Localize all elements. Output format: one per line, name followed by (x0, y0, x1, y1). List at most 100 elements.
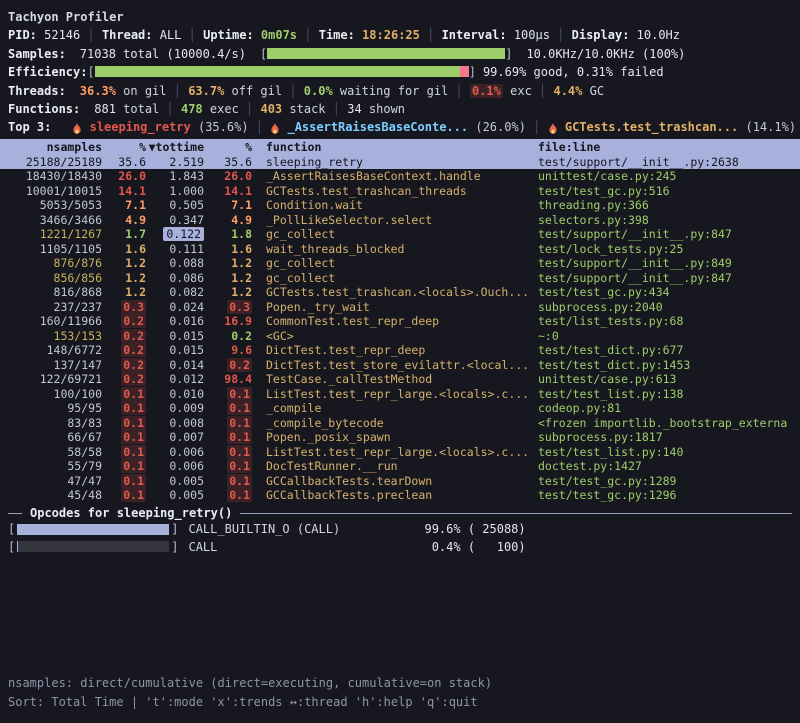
cell-function: GCCallbackTests.tearDown (266, 474, 432, 488)
efficiency-bar-failed (460, 66, 469, 77)
samples-total: 71038 total (10000.4/s) (80, 47, 246, 61)
cell-file-line: test/test_list.py:140 (538, 445, 683, 459)
efficiency-bar (95, 66, 469, 77)
cell-pct-direct: 0.1 (121, 459, 146, 473)
cell-pct-direct: 14.1 (118, 184, 146, 198)
cell-pct-direct: 0.1 (121, 387, 146, 401)
separator: │ (420, 28, 442, 42)
cell-tottime: 0.024 (169, 300, 204, 314)
column-header-file-line[interactable]: file:line (532, 139, 794, 155)
cell-nsamples: 137/147 (54, 358, 102, 372)
table-row[interactable]: 83/830.10.0080.1_compile_bytecode<frozen… (0, 416, 800, 431)
table-row[interactable]: 18430/1843026.01.84326.0_AssertRaisesBas… (0, 169, 800, 184)
status-time-label: Time: (319, 28, 362, 42)
cell-nsamples: 160/11966 (40, 314, 102, 328)
threads-label: Threads: (8, 84, 66, 98)
functions-shown-value: 34 (347, 102, 361, 116)
table-row[interactable]: 55/790.10.0060.1DocTestRunner.__rundocte… (0, 459, 800, 474)
cell-tottime: 2.519 (169, 155, 204, 169)
opcode-name: CALL_BUILTIN_O (CALL) (188, 522, 424, 536)
table-row[interactable]: 10001/1001514.11.00014.1GCTests.test_tra… (0, 184, 800, 199)
cell-file-line: test/support/__init__.py:847 (538, 271, 732, 285)
cell-nsamples: 18430/18430 (26, 169, 102, 183)
flame-icon (270, 119, 280, 137)
table-row[interactable]: 1221/12671.70.1221.8gc_collecttest/suppo… (0, 227, 800, 242)
cell-file-line: test/test_gc.py:516 (538, 184, 670, 198)
cell-pct-direct: 0.1 (121, 488, 146, 502)
bar-bracket-close-icon: ] (171, 540, 178, 554)
separator: │ (448, 84, 470, 98)
table-row[interactable]: 122/697210.20.01298.4TestCase._callTestM… (0, 372, 800, 387)
table-row[interactable]: 5053/50537.10.5057.1Condition.waitthread… (0, 198, 800, 213)
cell-tottime: 0.010 (169, 387, 204, 401)
table-row[interactable]: 160/119660.20.01616.9CommonTest.test_rep… (0, 314, 800, 329)
cell-pct-cumulative: 1.2 (231, 271, 252, 285)
cell-function: gc_collect (266, 271, 335, 285)
table-row[interactable]: 148/67720.20.0159.6DictTest.test_repr_de… (0, 343, 800, 358)
top3-function-pct: (26.0%) (475, 120, 526, 134)
cell-tottime: 0.111 (169, 242, 204, 256)
cell-tottime: 0.005 (169, 488, 204, 502)
cell-file-line: threading.py:366 (538, 198, 649, 212)
cell-pct-direct: 0.1 (121, 401, 146, 415)
cell-pct-direct: 7.1 (125, 198, 146, 212)
functions-stack-value: 403 (260, 102, 282, 116)
table-row[interactable]: 3466/34664.90.3474.9_PollLikeSelector.se… (0, 213, 800, 228)
functions-line: Functions:881 total │ 478 exec │ 403 sta… (0, 100, 800, 118)
table-row[interactable]: 137/1470.20.0140.2DictTest.test_store_ev… (0, 358, 800, 373)
cell-function: gc_collect (266, 227, 335, 241)
table-row[interactable]: 95/950.10.0090.1_compilecodeop.py:81 (0, 401, 800, 416)
cell-nsamples: 25188/25189 (26, 155, 102, 169)
cell-function: GCTests.test_trashcan_threads (266, 184, 467, 198)
column-header-function[interactable]: function (252, 139, 532, 155)
cell-pct-direct: 1.6 (125, 242, 146, 256)
status-display-value: 10.0Hz (637, 28, 680, 42)
table-row[interactable]: 58/580.10.0060.1ListTest.test_repr_large… (0, 445, 800, 460)
cell-nsamples: 83/83 (67, 416, 102, 430)
cell-function: Popen._try_wait (266, 300, 370, 314)
samples-label: Samples: (8, 47, 66, 61)
tachyon-profiler-app: Tachyon Profiler PID: 52146 │ Thread: AL… (0, 0, 800, 723)
threads-gc-value: 4.4% (553, 84, 582, 98)
cell-nsamples: 1221/1267 (40, 227, 102, 241)
cell-tottime: 0.007 (169, 430, 204, 444)
cell-nsamples: 876/876 (54, 256, 102, 270)
column-header-nsamples[interactable]: nsamples (6, 139, 102, 155)
footer-help-nsamples: nsamples: direct/cumulative (direct=exec… (8, 674, 792, 693)
table-row[interactable]: 45/480.10.0050.1GCCallbackTests.preclean… (0, 488, 800, 503)
table-row[interactable]: 153/1530.20.0150.2<GC>~:0 (0, 329, 800, 344)
cell-pct-cumulative: 0.1 (227, 401, 252, 415)
bar-bracket-open-icon: [ (87, 65, 94, 79)
table-row[interactable]: 1105/11051.60.1111.6wait_threads_blocked… (0, 242, 800, 257)
table-row[interactable]: 237/2370.30.0240.3Popen._try_waitsubproc… (0, 300, 800, 315)
table-row[interactable]: 66/670.10.0070.1Popen._posix_spawnsubpro… (0, 430, 800, 445)
table-row[interactable]: 856/8561.20.0861.2gc_collecttest/support… (0, 271, 800, 286)
cell-nsamples: 122/69721 (40, 372, 102, 386)
column-header-tottime-sort[interactable]: ▼tottime (146, 139, 204, 155)
table-row[interactable]: 816/8681.20.0821.2GCTests.test_trashcan.… (0, 285, 800, 300)
table-row[interactable]: 100/1000.10.0100.1ListTest.test_repr_lar… (0, 387, 800, 402)
cell-file-line: test/test_dict.py:677 (538, 343, 683, 357)
cell-pct-direct: 0.2 (121, 329, 146, 343)
app-title: Tachyon Profiler (0, 8, 800, 26)
threads-exc-value: 0.1% (470, 84, 503, 98)
threads-off-gil-value: 63.7% (188, 84, 224, 98)
column-header-pct-cumulative[interactable]: % (204, 139, 252, 155)
separator: │ (159, 102, 181, 116)
cell-pct-cumulative: 0.1 (227, 488, 252, 502)
cell-pct-direct: 1.2 (125, 285, 146, 299)
cell-tottime: 0.015 (169, 329, 204, 343)
threads-line: Threads:36.3% on gil │ 63.7% off gil │ 0… (0, 82, 800, 100)
threads-waiting-gil-value: 0.0% (304, 84, 333, 98)
cell-file-line: test/support/__init__.py:2638 (538, 155, 739, 169)
table-row[interactable]: 47/470.10.0050.1GCCallbackTests.tearDown… (0, 474, 800, 489)
cell-pct-direct: 1.2 (125, 271, 146, 285)
table-row-selected[interactable]: 25188/2518935.62.51935.6sleeping_retryte… (0, 155, 800, 170)
cell-nsamples: 237/237 (54, 300, 102, 314)
cell-pct-cumulative: 14.1 (224, 184, 252, 198)
column-header-pct-direct[interactable]: % (102, 139, 146, 155)
table-row[interactable]: 876/8761.20.0881.2gc_collecttest/support… (0, 256, 800, 271)
status-uptime-label: Uptime: (203, 28, 261, 42)
cell-function: ListTest.test_repr_large.<locals>.c... (266, 445, 529, 459)
cell-pct-cumulative: 26.0 (224, 169, 252, 183)
